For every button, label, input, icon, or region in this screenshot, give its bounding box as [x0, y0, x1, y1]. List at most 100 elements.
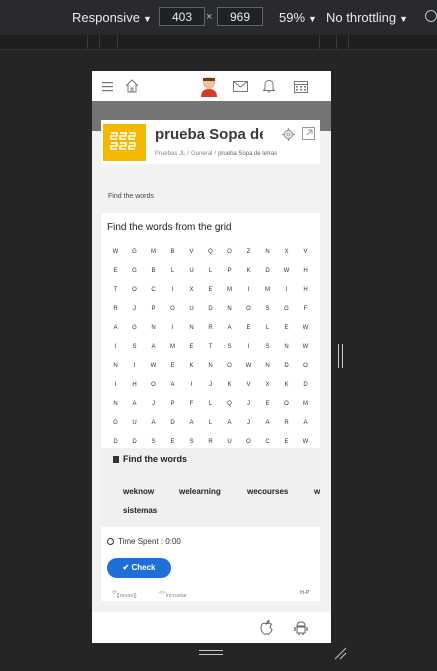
check-button[interactable]: ✔ Check [107, 558, 171, 578]
grid-cell[interactable]: D [106, 439, 125, 445]
grid-cell[interactable]: G [106, 420, 125, 426]
zoom-selector[interactable]: 59% ▼ [279, 10, 317, 25]
grid-cell[interactable]: D [258, 268, 277, 274]
grid-cell[interactable]: W [144, 363, 163, 369]
grid-cell[interactable]: B [144, 268, 163, 274]
grid-cell[interactable]: A [144, 344, 163, 350]
grid-cell[interactable]: V [296, 249, 315, 255]
grid-cell[interactable]: U [125, 420, 144, 426]
grid-cell[interactable]: A [125, 401, 144, 407]
grid-cell[interactable]: M [220, 287, 239, 293]
grid-cell[interactable]: Z [239, 249, 258, 255]
grid-cell[interactable]: S [220, 344, 239, 350]
grid-cell[interactable]: N [106, 401, 125, 407]
grid-cell[interactable]: D [277, 363, 296, 369]
breadcrumb-item[interactable]: General [191, 151, 212, 157]
grid-cell[interactable]: X [277, 249, 296, 255]
mail-icon[interactable] [233, 81, 248, 92]
grid-cell[interactable]: T [106, 287, 125, 293]
grid-cell[interactable]: W [277, 268, 296, 274]
grid-cell[interactable]: S [258, 306, 277, 312]
grid-cell[interactable]: U [220, 439, 239, 445]
rotate-icon[interactable] [425, 10, 437, 22]
grid-cell[interactable]: M [296, 401, 315, 407]
grid-cell[interactable]: V [239, 382, 258, 388]
grid-cell[interactable]: W [296, 439, 315, 445]
device-selector[interactable]: Responsive ▼ [72, 10, 152, 25]
grid-cell[interactable]: N [277, 344, 296, 350]
viewport-width-handle[interactable] [338, 344, 343, 368]
grid-cell[interactable]: G [125, 268, 144, 274]
grid-cell[interactable]: X [182, 287, 201, 293]
grid-cell[interactable]: W [296, 344, 315, 350]
grid-cell[interactable]: P [220, 268, 239, 274]
grid-cell[interactable]: O [163, 306, 182, 312]
h5p-logo[interactable]: H-P [300, 590, 309, 596]
grid-cell[interactable]: C [258, 439, 277, 445]
viewport-height-handle[interactable] [199, 650, 223, 656]
grid-cell[interactable]: D [296, 382, 315, 388]
grid-cell[interactable]: O [220, 249, 239, 255]
grid-cell[interactable]: K [239, 268, 258, 274]
grid-cell[interactable]: I [277, 287, 296, 293]
grid-cell[interactable]: I [163, 287, 182, 293]
grid-cell[interactable]: B [163, 249, 182, 255]
grid-cell[interactable]: O [125, 287, 144, 293]
grid-cell[interactable]: D [163, 420, 182, 426]
grid-cell[interactable]: A [220, 420, 239, 426]
grid-cell[interactable]: O [239, 439, 258, 445]
grid-cell[interactable]: N [258, 249, 277, 255]
grid-cell[interactable]: K [220, 382, 239, 388]
apple-icon[interactable] [260, 620, 273, 635]
grid-cell[interactable]: D [125, 439, 144, 445]
grid-cell[interactable]: A [258, 420, 277, 426]
width-input[interactable]: 403 [159, 7, 205, 26]
grid-cell[interactable]: U [182, 268, 201, 274]
menu-icon[interactable] [102, 81, 113, 92]
grid-cell[interactable]: K [277, 382, 296, 388]
grid-cell[interactable]: A [220, 325, 239, 331]
grid-cell[interactable]: R [201, 439, 220, 445]
grid-cell[interactable]: I [163, 325, 182, 331]
grid-cell[interactable]: O [239, 306, 258, 312]
grid-cell[interactable]: A [144, 420, 163, 426]
grid-cell[interactable]: R [277, 420, 296, 426]
grid-cell[interactable]: M [163, 344, 182, 350]
grid-cell[interactable]: E [277, 439, 296, 445]
grid-cell[interactable]: E [106, 268, 125, 274]
grid-cell[interactable]: E [163, 363, 182, 369]
grid-cell[interactable]: H [296, 287, 315, 293]
grid-cell[interactable]: O [144, 382, 163, 388]
grid-cell[interactable]: E [182, 344, 201, 350]
grid-cell[interactable]: I [106, 382, 125, 388]
grid-cell[interactable]: Q [220, 401, 239, 407]
android-icon[interactable] [294, 620, 308, 635]
grid-cell[interactable]: I [125, 363, 144, 369]
grid-cell[interactable]: O [220, 363, 239, 369]
grid-cell[interactable]: S [125, 344, 144, 350]
grid-cell[interactable]: J [144, 401, 163, 407]
grid-cell[interactable]: S [182, 439, 201, 445]
grid-cell[interactable]: S [258, 344, 277, 350]
grid-cell[interactable]: G [125, 249, 144, 255]
grid-cell[interactable]: L [258, 325, 277, 331]
bell-icon[interactable] [263, 79, 275, 93]
grid-cell[interactable]: L [201, 401, 220, 407]
grid-cell[interactable]: L [163, 268, 182, 274]
grid-cell[interactable]: E [239, 325, 258, 331]
grid-cell[interactable]: F [296, 306, 315, 312]
avatar[interactable] [199, 75, 219, 97]
grid-cell[interactable]: U [182, 306, 201, 312]
grid-cell[interactable]: W [239, 363, 258, 369]
grid-cell[interactable]: A [182, 420, 201, 426]
grid-cell[interactable]: P [144, 306, 163, 312]
expand-icon[interactable] [302, 127, 315, 140]
grid-cell[interactable]: O [277, 401, 296, 407]
grid-cell[interactable]: T [201, 344, 220, 350]
grid-cell[interactable]: L [201, 268, 220, 274]
grid-cell[interactable]: E [201, 287, 220, 293]
grid-cell[interactable]: A [296, 420, 315, 426]
grid-cell[interactable]: O [296, 363, 315, 369]
grid-cell[interactable]: J [201, 382, 220, 388]
grid-cell[interactable]: D [201, 306, 220, 312]
